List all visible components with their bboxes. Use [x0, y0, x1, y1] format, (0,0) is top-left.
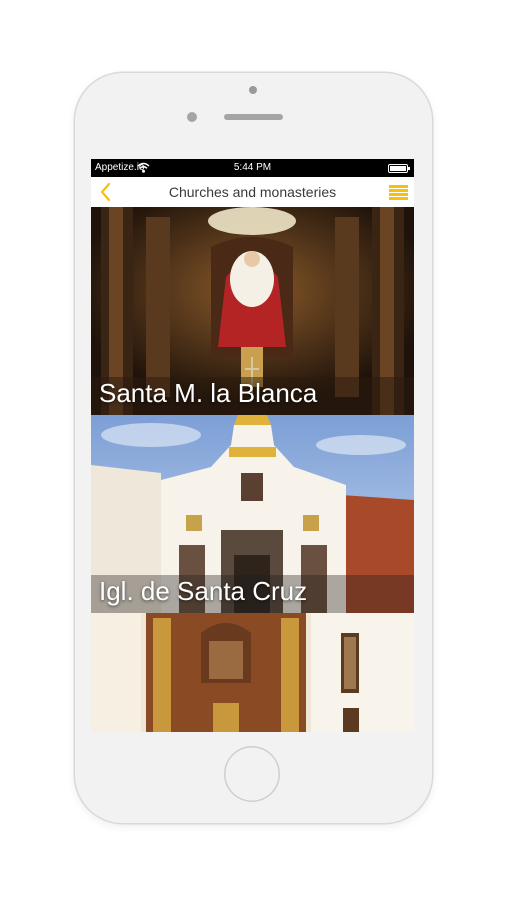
list-item-santa-maria-la-blanca[interactable]: Santa M. la Blanca [91, 207, 414, 415]
chevron-left-icon[interactable] [97, 181, 115, 203]
front-camera [249, 86, 257, 94]
battery-icon [388, 164, 410, 173]
phone-frame: Appetize.io 5:44 PM Churches and monaste… [75, 73, 432, 823]
app-screen: Appetize.io 5:44 PM Churches and monaste… [91, 159, 414, 732]
earpiece-speaker [224, 114, 283, 120]
list-item-third-church[interactable] [91, 613, 414, 732]
list-item-iglesia-de-santa-cruz[interactable]: Igl. de Santa Cruz [91, 415, 414, 613]
church-name: Igl. de Santa Cruz [99, 576, 308, 606]
page-title: Churches and monasteries [168, 184, 337, 200]
status-bar: Appetize.io 5:44 PM [91, 159, 414, 177]
proximity-sensor [187, 112, 197, 122]
home-button[interactable] [224, 746, 280, 802]
church-name: Santa M. la Blanca [99, 378, 318, 408]
clock: 5:44 PM [233, 162, 272, 173]
church-photo [91, 613, 414, 732]
navigation-bar: Churches and monasteries [91, 177, 414, 207]
hamburger-menu-icon[interactable] [389, 185, 408, 200]
